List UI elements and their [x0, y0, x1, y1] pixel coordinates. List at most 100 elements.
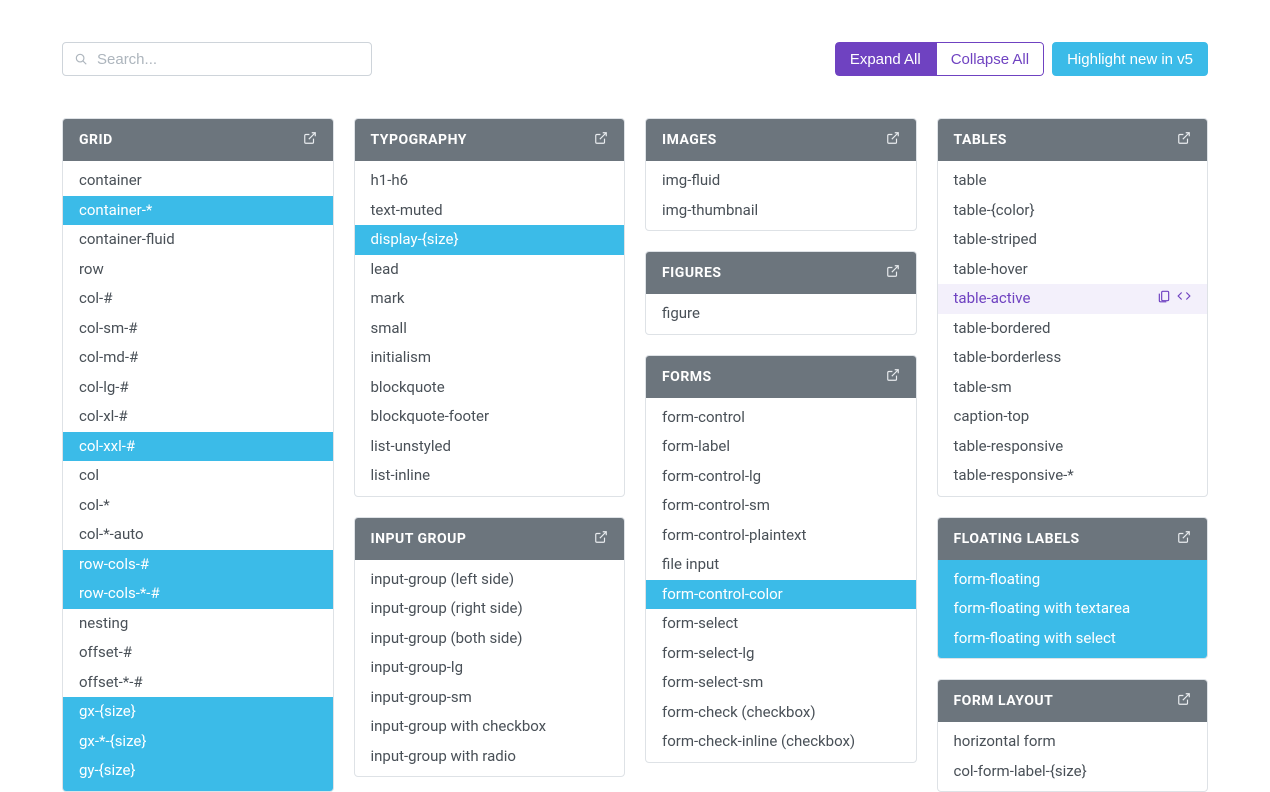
- class-item[interactable]: lead: [355, 255, 625, 285]
- class-item[interactable]: form-select-lg: [646, 639, 916, 669]
- external-link-button[interactable]: [1177, 131, 1191, 149]
- class-item[interactable]: col-md-#: [63, 343, 333, 373]
- class-item[interactable]: input-group-sm: [355, 683, 625, 713]
- class-item[interactable]: row-cols-#: [63, 550, 333, 580]
- class-item[interactable]: figure: [646, 294, 916, 334]
- class-item[interactable]: table-responsive-*: [938, 461, 1208, 496]
- class-item[interactable]: blockquote-footer: [355, 402, 625, 432]
- class-item[interactable]: mark: [355, 284, 625, 314]
- class-item[interactable]: container-*: [63, 196, 333, 226]
- class-item[interactable]: col-sm-#: [63, 314, 333, 344]
- code-icon[interactable]: [1177, 289, 1191, 309]
- cheatsheet-grid: GRIDcontainercontainer-*container-fluidr…: [62, 118, 1208, 792]
- class-item[interactable]: container: [63, 161, 333, 196]
- search-input[interactable]: [62, 42, 372, 76]
- highlight-new-button[interactable]: Highlight new in v5: [1052, 42, 1208, 76]
- class-item[interactable]: col-#: [63, 284, 333, 314]
- card-header[interactable]: GRID: [63, 119, 333, 161]
- class-item[interactable]: img-thumbnail: [646, 196, 916, 231]
- class-item[interactable]: gx-*-{size}: [63, 727, 333, 757]
- class-item[interactable]: table-{color}: [938, 196, 1208, 226]
- class-item[interactable]: col-form-label-{size}: [938, 757, 1208, 792]
- class-item[interactable]: form-floating with textarea: [938, 594, 1208, 624]
- class-item[interactable]: col-*: [63, 491, 333, 521]
- card-header[interactable]: FORMS: [646, 356, 916, 398]
- collapse-all-button[interactable]: Collapse All: [936, 42, 1044, 76]
- class-item[interactable]: col-*-auto: [63, 520, 333, 550]
- external-link-button[interactable]: [594, 131, 608, 149]
- class-item[interactable]: table-striped: [938, 225, 1208, 255]
- class-item[interactable]: offset-#: [63, 638, 333, 668]
- cheatsheet-card: FIGURES figure: [645, 251, 917, 335]
- card-title: FIGURES: [662, 265, 722, 281]
- class-item[interactable]: col-xxl-#: [63, 432, 333, 462]
- class-item[interactable]: form-select-sm: [646, 668, 916, 698]
- card-header[interactable]: FORM LAYOUT: [938, 680, 1208, 722]
- class-item[interactable]: form-control: [646, 398, 916, 433]
- class-item[interactable]: input-group with checkbox: [355, 712, 625, 742]
- card-header[interactable]: TABLES: [938, 119, 1208, 161]
- class-item[interactable]: table: [938, 161, 1208, 196]
- class-item[interactable]: form-control-color: [646, 580, 916, 610]
- card-header[interactable]: TYPOGRAPHY: [355, 119, 625, 161]
- class-item[interactable]: offset-*-#: [63, 668, 333, 698]
- expand-all-button[interactable]: Expand All: [835, 42, 936, 76]
- class-item-label: table-responsive: [954, 437, 1064, 457]
- class-item[interactable]: row-cols-*-#: [63, 579, 333, 609]
- class-item[interactable]: file input: [646, 550, 916, 580]
- class-item[interactable]: input-group (left side): [355, 560, 625, 595]
- class-item[interactable]: caption-top: [938, 402, 1208, 432]
- external-link-button[interactable]: [594, 530, 608, 548]
- card-header[interactable]: INPUT GROUP: [355, 518, 625, 560]
- card-header[interactable]: FIGURES: [646, 252, 916, 294]
- class-item[interactable]: col-lg-#: [63, 373, 333, 403]
- class-item[interactable]: form-check (checkbox): [646, 698, 916, 728]
- class-item[interactable]: list-unstyled: [355, 432, 625, 462]
- class-item[interactable]: form-control-plaintext: [646, 521, 916, 551]
- class-item[interactable]: display-{size}: [355, 225, 625, 255]
- class-item[interactable]: table-bordered: [938, 314, 1208, 344]
- class-item[interactable]: form-floating with select: [938, 624, 1208, 659]
- external-link-icon: [594, 530, 608, 544]
- class-item[interactable]: blockquote: [355, 373, 625, 403]
- external-link-button[interactable]: [1177, 530, 1191, 548]
- class-item[interactable]: horizontal form: [938, 722, 1208, 757]
- class-item[interactable]: table-responsive: [938, 432, 1208, 462]
- external-link-button[interactable]: [886, 264, 900, 282]
- card-header[interactable]: FLOATING LABELS: [938, 518, 1208, 560]
- external-link-button[interactable]: [1177, 692, 1191, 710]
- card-header[interactable]: IMAGES: [646, 119, 916, 161]
- class-item[interactable]: form-check-inline (checkbox): [646, 727, 916, 762]
- class-item[interactable]: input-group-lg: [355, 653, 625, 683]
- class-item[interactable]: gy-{size}: [63, 756, 333, 791]
- class-item[interactable]: form-select: [646, 609, 916, 639]
- class-item[interactable]: table-sm: [938, 373, 1208, 403]
- class-list: figure: [646, 294, 916, 334]
- class-item[interactable]: nesting: [63, 609, 333, 639]
- class-item[interactable]: h1-h6: [355, 161, 625, 196]
- class-item[interactable]: img-fluid: [646, 161, 916, 196]
- class-item[interactable]: input-group (both side): [355, 624, 625, 654]
- copy-icon[interactable]: [1157, 289, 1171, 309]
- external-link-button[interactable]: [886, 368, 900, 386]
- class-item[interactable]: input-group (right side): [355, 594, 625, 624]
- class-item[interactable]: table-active: [938, 284, 1208, 314]
- class-item[interactable]: form-control-lg: [646, 462, 916, 492]
- class-item[interactable]: table-borderless: [938, 343, 1208, 373]
- class-item[interactable]: form-label: [646, 432, 916, 462]
- class-item[interactable]: form-floating: [938, 560, 1208, 595]
- class-item[interactable]: gx-{size}: [63, 697, 333, 727]
- external-link-button[interactable]: [886, 131, 900, 149]
- class-item[interactable]: text-muted: [355, 196, 625, 226]
- class-item[interactable]: table-hover: [938, 255, 1208, 285]
- class-item[interactable]: col-xl-#: [63, 402, 333, 432]
- class-item[interactable]: input-group with radio: [355, 742, 625, 777]
- class-item[interactable]: row: [63, 255, 333, 285]
- class-item[interactable]: initialism: [355, 343, 625, 373]
- class-item[interactable]: form-control-sm: [646, 491, 916, 521]
- class-item[interactable]: small: [355, 314, 625, 344]
- class-item[interactable]: container-fluid: [63, 225, 333, 255]
- class-item[interactable]: col: [63, 461, 333, 491]
- class-item[interactable]: list-inline: [355, 461, 625, 496]
- external-link-button[interactable]: [303, 131, 317, 149]
